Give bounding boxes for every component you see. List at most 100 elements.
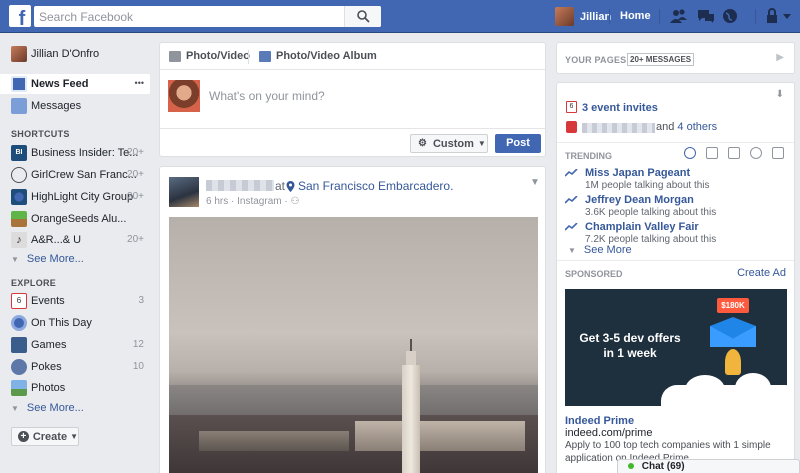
birthday-names-redacted[interactable]	[582, 123, 655, 133]
divider	[557, 260, 794, 261]
ad-headline: Get 3-5 dev offers in 1 week	[579, 331, 681, 360]
post-at-text: at	[275, 179, 286, 193]
home-link[interactable]: Home	[620, 10, 651, 22]
trending-title[interactable]: Champlain Valley Fair	[585, 221, 699, 233]
chevron-down-icon[interactable]: ▼	[530, 177, 540, 188]
politics-icon[interactable]	[706, 147, 718, 159]
trending-heading: TRENDING	[565, 151, 612, 161]
notifications-globe-icon[interactable]	[722, 8, 740, 24]
trending-see-more-link[interactable]: ▼ See More	[568, 244, 632, 256]
sidebar-item-label: Pokes	[31, 361, 62, 373]
chevron-down-icon: ▼	[11, 404, 19, 413]
chevron-right-icon: ▶	[776, 52, 784, 63]
search-input[interactable]	[34, 6, 346, 27]
status-input[interactable]: What's on your mind?	[209, 89, 325, 103]
trending-top-icon[interactable]	[684, 147, 696, 159]
see-more-explore-link[interactable]: ▼ See More...	[11, 402, 84, 414]
create-button[interactable]: + Create ▼	[11, 427, 79, 446]
divider	[755, 9, 756, 24]
photo-building	[199, 431, 349, 451]
search-box	[34, 6, 381, 27]
chevron-down-icon: ▼	[70, 432, 78, 441]
messages-icon[interactable]	[697, 8, 715, 24]
sidebar-item-pokes[interactable]: Pokes 10	[0, 357, 150, 377]
account-menu-icon[interactable]	[782, 8, 800, 24]
privacy-lock-icon[interactable]	[765, 8, 783, 24]
avatar	[555, 7, 574, 26]
trending-item[interactable]: Miss Japan Pageant 1M people talking abo…	[565, 167, 790, 193]
see-more-shortcuts-link[interactable]: ▼ See More...	[11, 253, 84, 265]
author-name-redacted[interactable]	[206, 180, 274, 191]
post-composer: Photo/Video Photo/Video Album What's on …	[159, 42, 546, 157]
ad-url[interactable]: indeed.com/prime	[565, 427, 652, 439]
avatar[interactable]	[169, 177, 199, 207]
sidebar-item-news-feed[interactable]: News Feed •••	[0, 74, 150, 94]
sidebar-item-shortcut[interactable]: BI Business Insider: Te... 20+	[0, 143, 150, 163]
count-badge: 20+	[127, 234, 144, 245]
sidebar-item-label: Business Insider: Te...	[31, 147, 139, 159]
event-invites-link[interactable]: 3 event invites	[582, 102, 658, 114]
search-icon	[357, 10, 370, 23]
sidebar-item-label: OrangeSeeds Alu...	[31, 213, 127, 225]
sidebar-item-label: HighLight City Group	[31, 191, 134, 203]
your-pages-box[interactable]: YOUR PAGES 20+ MESSAGES ▶	[556, 42, 795, 74]
sponsored-heading: SPONSORED	[565, 269, 623, 279]
search-button[interactable]	[344, 6, 381, 27]
sidebar-item-profile[interactable]: Jillian D'Onfro	[0, 44, 150, 64]
chevron-down-icon: ▼	[11, 255, 19, 264]
trending-subtitle: 3.6K people talking about this	[585, 207, 717, 218]
ad-image[interactable]: Get 3-5 dev offers in 1 week $180K	[565, 289, 787, 406]
sidebar-item-shortcut[interactable]: ♪ A&R...& U 20+	[0, 230, 150, 250]
count-badge: 10	[132, 361, 144, 372]
post-photo[interactable]	[169, 217, 538, 473]
friends-audience-icon: ⚇	[290, 196, 300, 207]
sidebar-item-label: Games	[31, 339, 67, 351]
photos-icon	[11, 380, 27, 396]
audience-selector[interactable]: ⚙ Custom ▼	[410, 134, 488, 153]
create-ad-link[interactable]: Create Ad	[737, 267, 786, 279]
post-button[interactable]: Post	[495, 134, 541, 153]
more-options-icon[interactable]: •••	[135, 78, 144, 88]
sidebar-item-messages[interactable]: Messages	[0, 96, 150, 116]
photo-clock-tower	[402, 365, 420, 473]
entertainment-icon[interactable]	[772, 147, 784, 159]
sidebar-item-shortcut[interactable]: GirlCrew San Franc... 20+	[0, 165, 150, 185]
sports-icon[interactable]	[750, 147, 762, 159]
calendar-icon: 6	[11, 293, 27, 309]
photo-tower-spire	[410, 339, 412, 351]
sidebar-item-shortcut[interactable]: HighLight City Group 20+	[0, 187, 150, 207]
trending-arrow-icon	[565, 196, 578, 204]
trending-subtitle: 1M people talking about this	[585, 180, 710, 191]
sidebar-item-games[interactable]: Games 12	[0, 335, 150, 355]
sidebar-item-shortcut[interactable]: OrangeSeeds Alu...	[0, 209, 150, 229]
others-link[interactable]: 4 others	[677, 121, 717, 133]
sidebar-item-photos[interactable]: Photos	[0, 378, 150, 398]
sidebar-item-label: On This Day	[31, 317, 92, 329]
trending-item[interactable]: Jeffrey Dean Morgan 3.6K people talking …	[565, 194, 790, 220]
birthday-text: and 4 others	[656, 121, 718, 133]
avatar	[168, 80, 200, 112]
trending-title[interactable]: Jeffrey Dean Morgan	[585, 194, 694, 206]
trending-title[interactable]: Miss Japan Pageant	[585, 167, 690, 179]
facebook-logo-icon[interactable]: f	[9, 5, 31, 27]
composer-tabs: Photo/Video Photo/Video Album	[160, 43, 545, 70]
count-badge: 20+	[127, 169, 144, 180]
chat-bar[interactable]: Chat (69)	[617, 459, 800, 473]
download-icon[interactable]: ⬇	[776, 89, 784, 100]
gift-icon	[566, 121, 577, 133]
count-badge: 12	[132, 339, 144, 350]
profile-link[interactable]: Jillian	[555, 7, 611, 26]
photo-building	[355, 421, 525, 451]
tab-photo-album[interactable]: Photo/Video Album	[259, 50, 377, 62]
orangeseeds-icon	[11, 211, 27, 227]
sidebar-item-on-this-day[interactable]: On This Day	[0, 313, 150, 333]
science-icon[interactable]	[728, 147, 740, 159]
online-status-icon	[628, 463, 634, 469]
tab-photo-video[interactable]: Photo/Video	[169, 50, 250, 62]
sidebar-item-events[interactable]: 6 Events 3	[0, 291, 150, 311]
friend-requests-icon[interactable]	[670, 8, 688, 24]
ad-title-link[interactable]: Indeed Prime	[565, 415, 634, 427]
salary-badge: $180K	[717, 298, 749, 313]
sidebar-item-label: Photos	[31, 382, 66, 394]
location-link[interactable]: San Francisco Embarcadero.	[286, 179, 453, 193]
